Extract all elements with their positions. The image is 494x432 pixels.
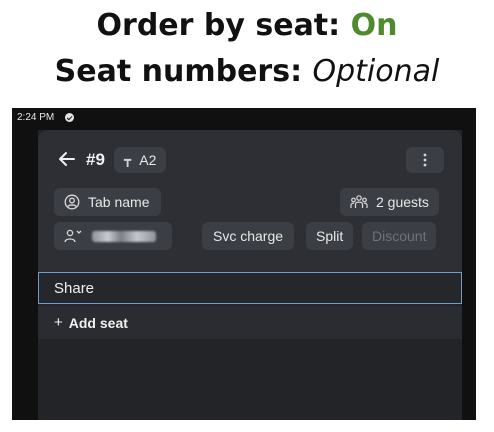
plus-icon: + (54, 314, 63, 331)
back-arrow-icon[interactable] (58, 148, 76, 170)
customer-name-redacted (92, 230, 156, 242)
device-screenshot: 2:24 PM #9 ┳ A2 Tab name 2 guests Svc ch… (12, 108, 476, 420)
headline-order-by-seat-prefix: Order by seat: (96, 8, 351, 43)
guests-button[interactable]: 2 guests (340, 188, 439, 216)
person-circle-icon (64, 194, 80, 210)
order-number: #9 (86, 150, 105, 169)
more-vertical-icon (423, 153, 427, 167)
table-label: A2 (139, 152, 157, 168)
headline-seat-numbers-prefix: Seat numbers: (54, 54, 313, 89)
guests-label: 2 guests (376, 194, 429, 210)
split-label: Split (316, 228, 344, 244)
share-label: Share (54, 279, 95, 297)
group-icon (350, 195, 368, 208)
order-screen: #9 ┳ A2 Tab name 2 guests Svc charge Spl… (38, 130, 462, 420)
svc-charge-label: Svc charge (213, 228, 284, 244)
table-icon: ┳ (124, 153, 132, 167)
headline-order-by-seat: Order by seat: On (0, 8, 494, 43)
headline-seat-numbers: Seat numbers: Optional (0, 54, 494, 89)
tab-name-button[interactable]: Tab name (54, 188, 162, 216)
status-time: 2:24 PM (17, 112, 55, 123)
svc-charge-button[interactable]: Svc charge (202, 222, 295, 250)
headline-seat-numbers-value: Optional (312, 54, 440, 89)
headline-order-by-seat-value: On (350, 8, 398, 43)
add-seat-button[interactable]: + Add seat (38, 306, 462, 339)
tab-name-label: Tab name (88, 194, 150, 210)
check-circle-icon (65, 113, 74, 122)
split-button[interactable]: Split (306, 222, 354, 250)
order-header-card: #9 ┳ A2 Tab name 2 guests Svc charge Spl… (38, 130, 462, 272)
add-seat-label: Add seat (68, 314, 128, 331)
seat-row-share[interactable]: Share (38, 272, 462, 304)
customer-button[interactable] (54, 222, 172, 250)
discount-button[interactable]: Discount (362, 222, 437, 250)
table-selector[interactable]: ┳ A2 (114, 147, 167, 173)
add-customer-icon (64, 229, 82, 243)
status-bar: 2:24 PM (12, 108, 476, 128)
more-options-button[interactable] (406, 147, 444, 173)
discount-label: Discount (372, 228, 427, 244)
